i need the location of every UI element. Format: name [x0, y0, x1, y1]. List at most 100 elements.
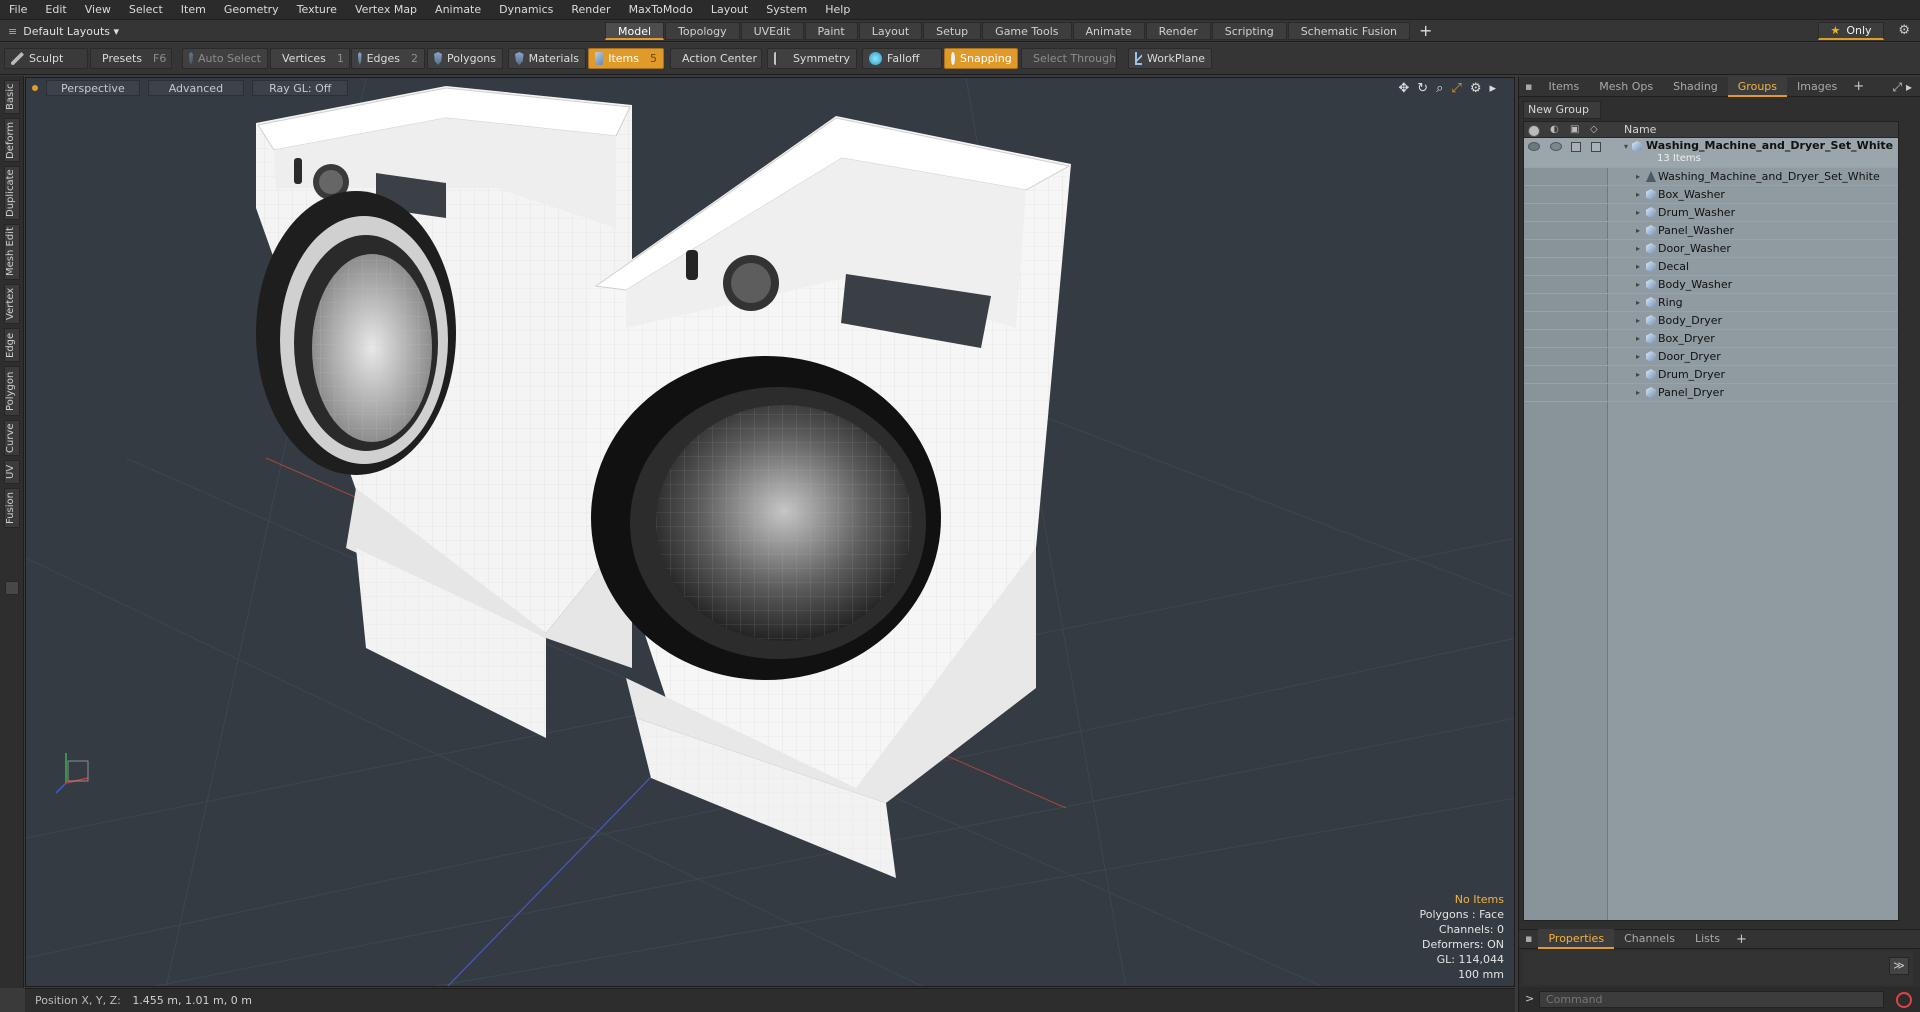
raygl-toggle[interactable]: Ray GL: Off: [252, 80, 349, 96]
tree-row-box-dryer[interactable]: ▸ Box_Dryer: [1524, 330, 1898, 348]
tab-layout[interactable]: Layout: [858, 22, 923, 40]
action-center-button[interactable]: Action Center: [670, 48, 762, 69]
vtab-curve[interactable]: Curve: [4, 420, 20, 456]
items-button[interactable]: Items 5: [588, 48, 664, 69]
expand-triangle-icon[interactable]: ▾: [1624, 138, 1628, 156]
dryer-model[interactable]: [586, 116, 1071, 878]
tree-row-panel-dryer[interactable]: ▸ Panel_Dryer: [1524, 384, 1898, 402]
pan-icon[interactable]: ✥: [1398, 81, 1409, 96]
tab-properties[interactable]: Properties: [1538, 929, 1615, 949]
maximize-icon[interactable]: ⤢: [1451, 81, 1461, 96]
vtab-duplicate[interactable]: Duplicate: [4, 166, 20, 220]
vtab-basic[interactable]: Basic: [4, 80, 20, 114]
menu-system[interactable]: System: [757, 0, 816, 20]
zoom-icon[interactable]: ⌕: [1436, 81, 1443, 96]
menu-vertex-map[interactable]: Vertex Map: [346, 0, 426, 20]
select-column-icon[interactable]: ◇: [1590, 124, 1602, 136]
root-render-icon[interactable]: [1550, 142, 1562, 151]
shading-dropdown[interactable]: Advanced: [147, 80, 245, 96]
stop-icon[interactable]: [1896, 992, 1912, 1008]
grip-icon[interactable]: ▪: [1519, 77, 1538, 97]
vtab-polygon[interactable]: Polygon: [4, 366, 20, 416]
gear-icon[interactable]: ⚙: [1898, 23, 1910, 38]
tree-row-body-dryer[interactable]: ▸ Body_Dryer: [1524, 312, 1898, 330]
tab-game-tools[interactable]: Game Tools: [982, 22, 1072, 40]
menu-view[interactable]: View: [76, 0, 120, 20]
tab-lists[interactable]: Lists: [1685, 929, 1730, 949]
tab-topology[interactable]: Topology: [665, 22, 740, 40]
tab-items[interactable]: Items: [1538, 77, 1589, 97]
add-tab-icon[interactable]: +: [1411, 22, 1440, 40]
tree-row-drum-washer[interactable]: ▸ Drum_Washer: [1524, 204, 1898, 222]
rotate-icon[interactable]: ↻: [1417, 81, 1428, 96]
vtab-deform[interactable]: Deform: [4, 118, 20, 162]
view-type-dropdown[interactable]: Perspective: [46, 80, 140, 96]
snapping-button[interactable]: Snapping: [944, 48, 1018, 69]
visibility-column-icon[interactable]: [1528, 125, 1540, 137]
root-visibility-icon[interactable]: [1528, 142, 1540, 151]
menu-geometry[interactable]: Geometry: [215, 0, 288, 20]
falloff-button[interactable]: Falloff: [862, 48, 942, 69]
vtab-mesh-edit[interactable]: Mesh Edit: [4, 224, 20, 280]
menu-texture[interactable]: Texture: [288, 0, 346, 20]
grip-icon[interactable]: ▪: [1519, 929, 1538, 949]
tab-schematic-fusion[interactable]: Schematic Fusion: [1287, 22, 1411, 40]
symmetry-button[interactable]: Symmetry: [767, 48, 857, 69]
add-properties-tab-icon[interactable]: +: [1730, 932, 1753, 947]
layout-dropdown[interactable]: ≡ Default Layouts ▾: [8, 23, 119, 39]
menu-maxtomodo[interactable]: MaxToModo: [620, 0, 702, 20]
panel-expand-icon[interactable]: ⤢ ▸: [1893, 80, 1912, 95]
menu-dynamics[interactable]: Dynamics: [490, 0, 562, 20]
tree-row-decal[interactable]: ▸ Decal: [1524, 258, 1898, 276]
add-panel-tab-icon[interactable]: +: [1847, 79, 1870, 94]
tab-scripting[interactable]: Scripting: [1211, 22, 1287, 40]
menu-file[interactable]: File: [0, 0, 36, 20]
tree-row-panel-washer[interactable]: ▸ Panel_Washer: [1524, 222, 1898, 240]
tab-mesh-ops[interactable]: Mesh Ops: [1589, 77, 1663, 97]
menu-edit[interactable]: Edit: [36, 0, 75, 20]
viewport-menu-dot[interactable]: [32, 85, 38, 91]
tab-images[interactable]: Images: [1787, 77, 1847, 97]
only-button[interactable]: ★ Only: [1818, 22, 1884, 40]
tab-shading[interactable]: Shading: [1663, 77, 1728, 97]
tree-row-ring[interactable]: ▸ Ring: [1524, 294, 1898, 312]
tab-paint[interactable]: Paint: [804, 22, 858, 40]
vtab-edge[interactable]: Edge: [4, 328, 20, 362]
lock-column-icon[interactable]: ▣: [1570, 124, 1582, 136]
auto-select-button[interactable]: Auto Select: [182, 48, 268, 69]
workplane-button[interactable]: WorkPlane: [1128, 48, 1212, 69]
expand-arrow-icon[interactable]: ≫: [1889, 957, 1909, 975]
tree-row-drum-dryer[interactable]: ▸ Drum_Dryer: [1524, 366, 1898, 384]
edges-button[interactable]: Edges 2: [351, 48, 425, 69]
sculpt-button[interactable]: Sculpt: [4, 48, 88, 69]
vtab-uv[interactable]: UV: [4, 460, 20, 484]
tree-row-body-washer[interactable]: ▸ Body_Washer: [1524, 276, 1898, 294]
menu-animate[interactable]: Animate: [426, 0, 490, 20]
washer-model[interactable]: [256, 86, 632, 738]
menu-item[interactable]: Item: [172, 0, 215, 20]
select-through-button[interactable]: Select Through: [1021, 48, 1117, 69]
polygons-button[interactable]: Polygons: [427, 48, 503, 69]
materials-button[interactable]: Materials: [508, 48, 586, 69]
tab-render[interactable]: Render: [1145, 22, 1211, 40]
viewport-gear-icon[interactable]: ⚙: [1470, 81, 1482, 96]
root-select-checkbox[interactable]: [1591, 142, 1601, 152]
command-input[interactable]: [1539, 991, 1884, 1008]
root-lock-checkbox[interactable]: [1571, 142, 1581, 152]
viewport-arrow-icon[interactable]: ▸: [1489, 81, 1496, 96]
tab-model[interactable]: Model: [605, 22, 665, 40]
tree-row-locator[interactable]: ▸ Washing_Machine_and_Dryer_Set_White: [1524, 168, 1898, 186]
tree-row-door-dryer[interactable]: ▸ Door_Dryer: [1524, 348, 1898, 366]
tab-animate[interactable]: Animate: [1072, 22, 1145, 40]
presets-button[interactable]: Presets F6: [90, 48, 172, 69]
viewport-scene[interactable]: [26, 78, 1515, 987]
tree-row-root[interactable]: ▾ Washing_Machine_and_Dryer_Set_White 13…: [1524, 138, 1898, 168]
render-column-icon[interactable]: ◐: [1550, 124, 1562, 136]
vtab-vertex[interactable]: Vertex: [4, 284, 20, 324]
tab-uvedit[interactable]: UVEdit: [740, 22, 804, 40]
tree-row-door-washer[interactable]: ▸ Door_Washer: [1524, 240, 1898, 258]
vertices-button[interactable]: Vertices 1: [270, 48, 350, 69]
tree-row-box-washer[interactable]: ▸ Box_Washer: [1524, 186, 1898, 204]
strip-toggle-button[interactable]: [5, 581, 19, 595]
menu-help[interactable]: Help: [816, 0, 859, 20]
